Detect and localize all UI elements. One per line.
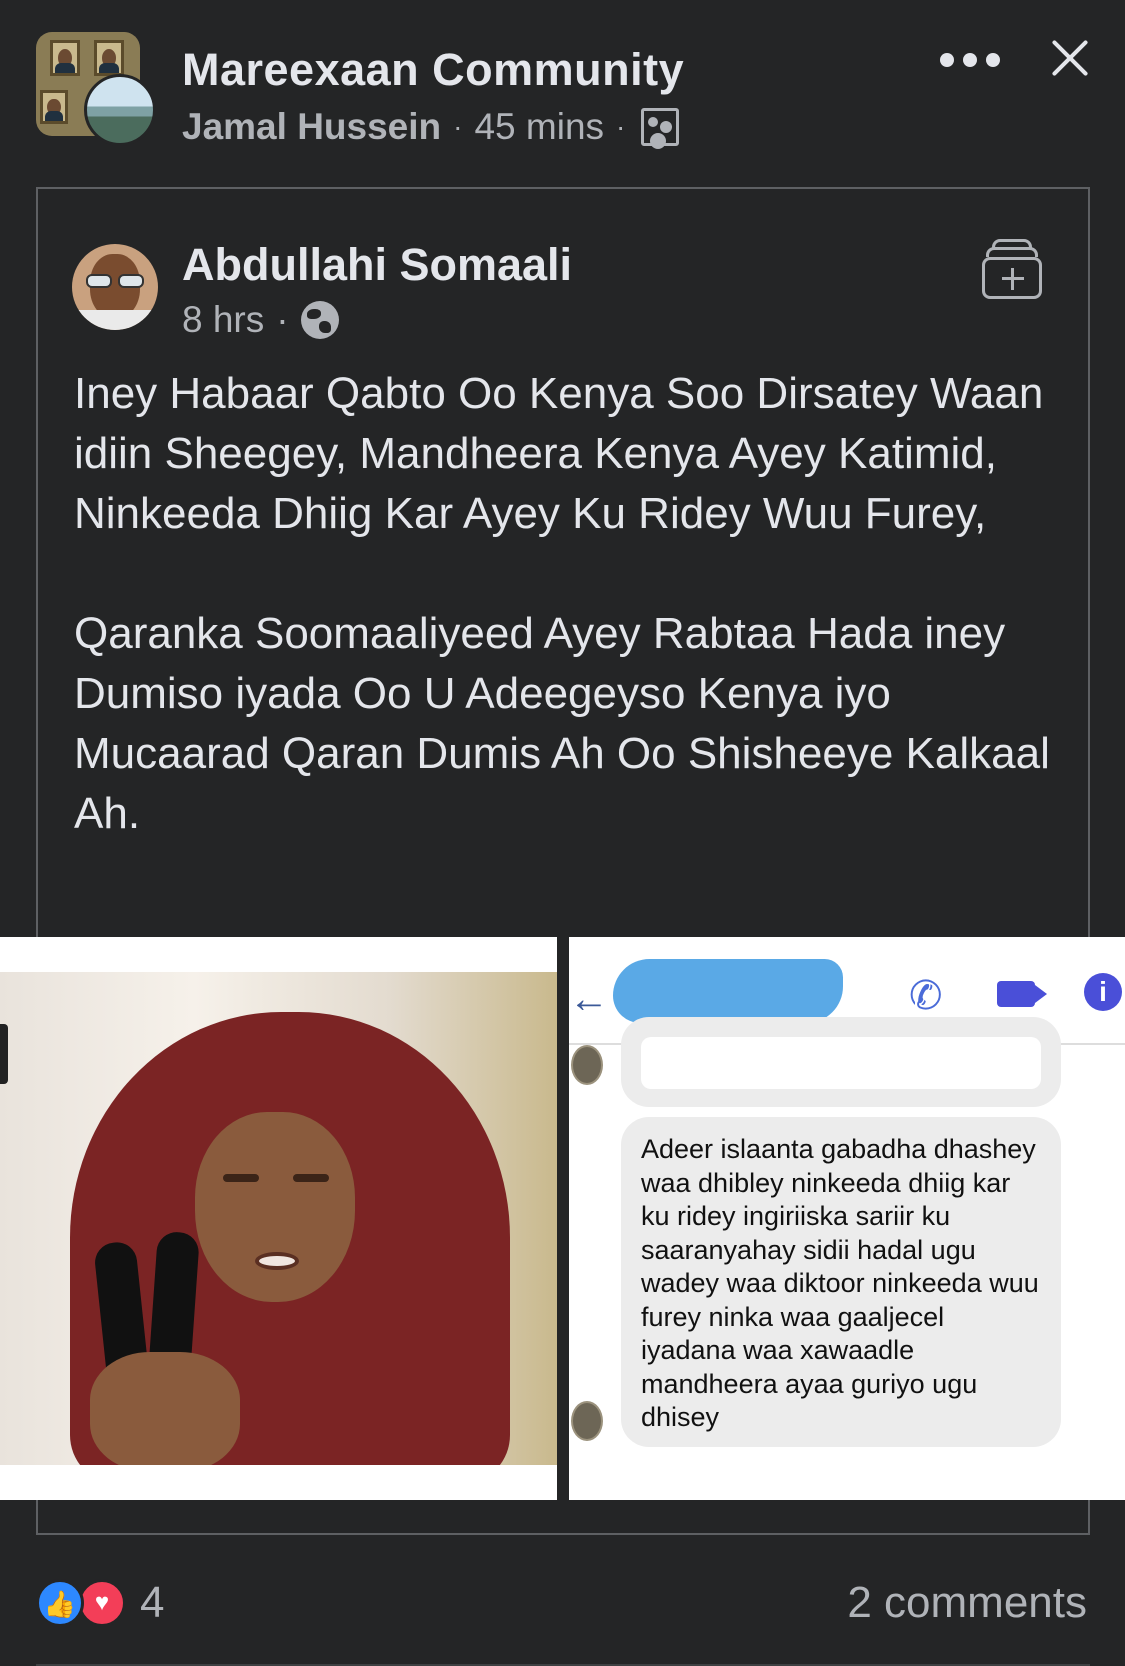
post-time[interactable]: 45 mins [474,106,604,148]
shared-post-text: Iney Habaar Qabto Oo Kenya Soo Dirsatey … [74,364,1064,844]
more-options-button[interactable] [940,40,1000,80]
post-meta: Jamal Hussein · 45 mins · [182,106,680,148]
woman-photo [0,972,557,1465]
meta-separator: · [276,299,289,340]
meta-separator: · [453,111,463,142]
meta-separator: · [616,111,626,142]
love-reaction-icon: ♥ [78,1579,126,1627]
shared-author-name[interactable]: Abdullahi Somaali [182,239,572,291]
chat-avatar [571,1045,603,1085]
back-arrow-icon: ← [569,977,609,1021]
shared-post-meta: 8 hrs · [182,299,339,341]
post-paragraph: Iney Habaar Qabto Oo Kenya Soo Dirsatey … [74,369,1044,538]
shared-post-time[interactable]: 8 hrs [182,299,264,341]
post-header: Mareexaan Community Jamal Hussein · 45 m… [0,0,1125,170]
reaction-count: 4 [140,1578,165,1627]
post-paragraph: Qaranka Soomaaliyeed Ayey Rabtaa Hada in… [74,609,1050,838]
redacted-name [613,959,843,1023]
author-avatar[interactable] [84,74,156,146]
message-text: Adeer islaanta gabadha dhashey waa dhibl… [641,1134,1039,1432]
group-avatar[interactable] [36,32,156,146]
video-call-icon [997,981,1047,1007]
post-author[interactable]: Jamal Hussein [182,106,441,148]
message-bubble: Adeer islaanta gabadha dhashey waa dhibl… [621,1117,1061,1447]
group-icon [641,108,680,146]
comments-link[interactable]: 2 comments [847,1578,1087,1628]
more-options-icon [940,53,954,67]
post-photo-left[interactable] [0,937,557,1500]
previous-message-bubble [621,1017,1061,1107]
shared-author-avatar[interactable] [72,244,158,330]
group-name[interactable]: Mareexaan Community [182,44,684,96]
info-icon: i [1084,973,1122,1011]
reactions-summary[interactable]: 👍 ♥ 4 [36,1578,164,1628]
close-icon[interactable] [1050,38,1090,78]
chat-avatar [571,1401,603,1441]
globe-icon [300,301,339,339]
post-photo-right[interactable]: ← ✆ i Adeer islaanta gabadha dhashey waa… [569,937,1125,1500]
like-reaction-icon: 👍 [36,1579,84,1627]
phone-icon: ✆ [909,974,943,1018]
save-icon[interactable] [982,239,1042,299]
